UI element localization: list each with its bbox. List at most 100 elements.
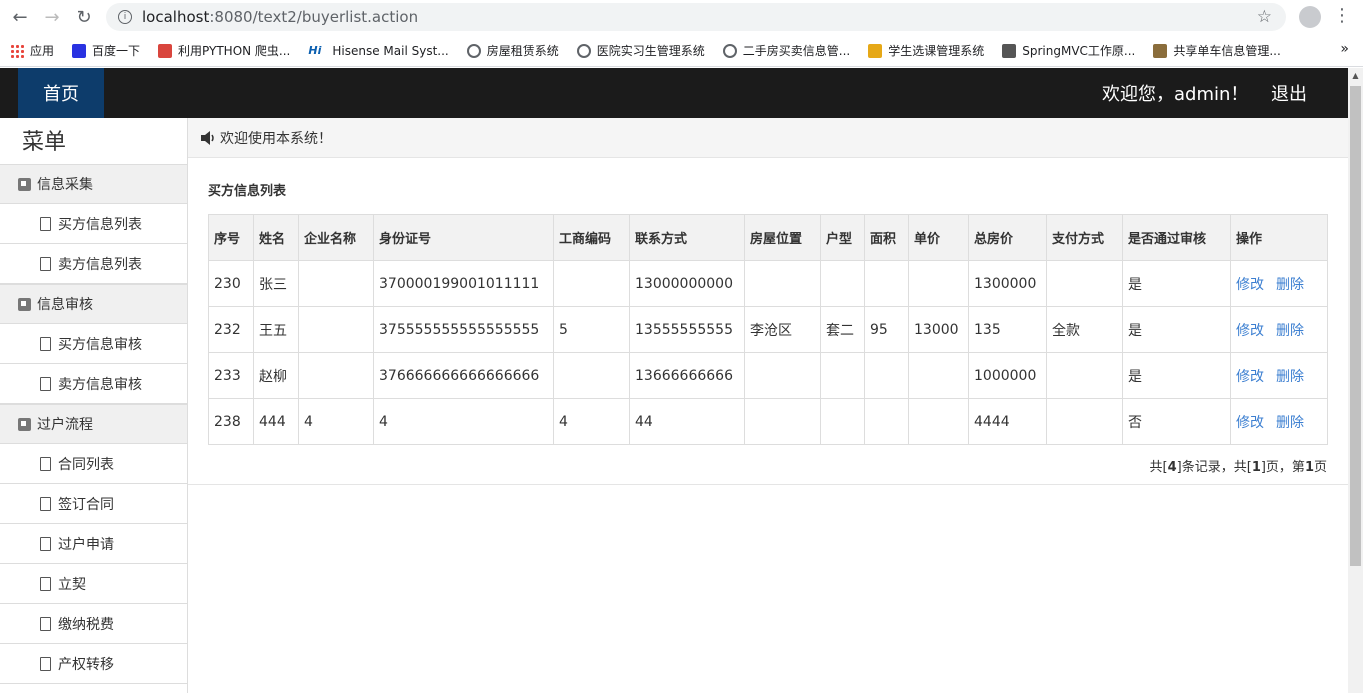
menu-item[interactable]: 过户申请 <box>0 524 187 564</box>
column-header: 序号 <box>208 214 254 261</box>
table-cell: 13555555555 <box>629 306 745 353</box>
notice-bar: 欢迎使用本系统！ <box>188 118 1348 158</box>
browser-menu-icon[interactable]: ⋮ <box>1333 5 1351 26</box>
bookmark-label: 二手房买卖信息管... <box>742 44 851 58</box>
bookmark-item[interactable]: 百度一下 <box>72 42 140 59</box>
menu-group-label: 信息审核 <box>37 297 93 313</box>
table-cell: 230 <box>208 260 254 307</box>
column-header: 面积 <box>864 214 909 261</box>
scrollbar[interactable]: ▲ <box>1348 68 1363 693</box>
bookmark-item[interactable]: SpringMVC工作原... <box>1002 42 1135 59</box>
profile-avatar[interactable] <box>1299 6 1321 28</box>
column-header: 操作 <box>1230 214 1328 261</box>
delete-link[interactable]: 删除 <box>1276 277 1304 293</box>
scroll-thumb[interactable] <box>1350 86 1361 566</box>
menu-item[interactable]: 买方信息列表 <box>0 204 187 244</box>
browser-toolbar: ← → ↻ i localhost:8080/text2/buyerlist.a… <box>0 0 1363 35</box>
menu-item[interactable]: 立契 <box>0 564 187 604</box>
bookmarks-bar: 应用 百度一下 利用PYTHON 爬虫... Hi Hisense Mail Syst.… <box>0 35 1363 67</box>
edit-link[interactable]: 修改 <box>1236 415 1264 431</box>
site-info-icon[interactable]: i <box>118 10 132 24</box>
menu-item[interactable]: 卖方信息审核 <box>0 364 187 404</box>
table-cell: 张三 <box>253 260 299 307</box>
buyer-table: 序号 姓名 企业名称 身份证号 工商编码 联系方式 房屋位置 户型 面积 单价 总房价 支付方式 是否通… <box>208 214 1328 445</box>
row-actions: 修改 删除 <box>1230 352 1328 399</box>
table-cell: 375555555555555555 <box>373 306 554 353</box>
bookmark-label: 学生选课管理系统 <box>888 44 985 58</box>
reload-icon[interactable]: ↻ <box>70 3 98 31</box>
row-actions: 修改 删除 <box>1230 398 1328 445</box>
table-cell <box>820 352 865 399</box>
edit-link[interactable]: 修改 <box>1236 323 1264 339</box>
sidebar: 菜单 信息采集买方信息列表 卖方信息列表信息审核买方信息审核 卖方信息审核 过户流程合… <box>0 118 188 693</box>
bookmark-item[interactable]: 利用PYTHON 爬虫... <box>158 42 290 59</box>
menu-item-label: 立契 <box>58 576 86 593</box>
bookmark-label: 共享单车信息管理... <box>1173 44 1281 58</box>
bookmark-item[interactable]: 医院实习生管理系统 <box>576 42 705 59</box>
table-cell <box>744 398 821 445</box>
menu-group-header[interactable]: 过户流程 <box>0 404 187 444</box>
row-actions: 修改 删除 <box>1230 260 1328 307</box>
table-cell <box>1046 398 1123 445</box>
address-bar[interactable]: i localhost:8080/text2/buyerlist.action … <box>106 3 1286 31</box>
edit-link[interactable]: 修改 <box>1236 369 1264 385</box>
menu-item[interactable]: 缴纳税费 <box>0 604 187 644</box>
table-cell: 370000199001011111 <box>373 260 554 307</box>
menu-item-label: 卖方信息列表 <box>58 256 142 273</box>
document-icon <box>40 376 51 391</box>
table-cell: 13666666666 <box>629 352 745 399</box>
bookmark-label: SpringMVC工作原... <box>1022 44 1136 58</box>
column-header: 身份证号 <box>373 214 554 261</box>
table-cell: 4444 <box>968 398 1047 445</box>
table-cell <box>298 352 374 399</box>
column-header: 单价 <box>908 214 969 261</box>
bookmark-label: Hisense Mail Syst... <box>332 43 449 58</box>
bookmark-star-icon[interactable]: ☆ <box>1257 7 1272 27</box>
menu-group-icon <box>18 177 31 191</box>
bookmark-item[interactable]: 应用 <box>10 42 54 59</box>
menu-group-icon <box>18 297 31 311</box>
table-cell <box>908 352 969 399</box>
delete-link[interactable]: 删除 <box>1276 323 1304 339</box>
column-header: 总房价 <box>968 214 1047 261</box>
delete-link[interactable]: 删除 <box>1276 415 1304 431</box>
menu-item[interactable]: 产权转移 <box>0 644 187 684</box>
menu-item-label: 缴纳税费 <box>58 616 114 633</box>
table-cell: 1000000 <box>968 352 1047 399</box>
menu-item[interactable]: 买方信息审核 <box>0 324 187 364</box>
folder-flag-icon <box>868 43 883 58</box>
table-cell: 全款 <box>1046 306 1123 353</box>
delete-link[interactable]: 删除 <box>1276 369 1304 385</box>
menu-title: 菜单 <box>22 130 67 155</box>
logout-link[interactable]: 退出 <box>1271 80 1307 106</box>
back-arrow-icon[interactable]: ← <box>6 3 34 31</box>
document-icon <box>40 256 51 271</box>
menu-item-label: 买方信息列表 <box>58 216 142 233</box>
table-cell <box>744 260 821 307</box>
column-header: 联系方式 <box>629 214 745 261</box>
apps-grid-icon <box>10 43 24 58</box>
menu-item[interactable]: 签订合同 <box>0 484 187 524</box>
table-cell: 1300000 <box>968 260 1047 307</box>
table-cell <box>553 352 630 399</box>
bookmark-item[interactable]: 共享单车信息管理... <box>1153 42 1281 59</box>
image-icon <box>1153 43 1168 58</box>
bookmark-item[interactable]: Hi Hisense Mail Syst... <box>308 44 448 58</box>
menu-group-header[interactable]: 信息审核 <box>0 284 187 324</box>
table-cell: 376666666666666666 <box>373 352 554 399</box>
table-cell <box>820 260 865 307</box>
table-cell <box>864 260 909 307</box>
home-tab[interactable]: 首页 <box>18 68 104 118</box>
bookmark-item[interactable]: 学生选课管理系统 <box>868 42 984 59</box>
scroll-up-icon[interactable]: ▲ <box>1348 68 1363 84</box>
edit-link[interactable]: 修改 <box>1236 277 1264 293</box>
bookmarks-more-icon[interactable]: » <box>1340 41 1349 57</box>
forward-arrow-icon[interactable]: → <box>38 3 66 31</box>
bookmark-item[interactable]: 二手房买卖信息管... <box>722 42 851 59</box>
menu-item[interactable]: 合同列表 <box>0 444 187 484</box>
menu-group-header[interactable]: 信息采集 <box>0 164 187 204</box>
menu-item[interactable]: 卖方信息列表 <box>0 244 187 284</box>
table-row: 230 张三 370000199001011111 13000000000 130000… <box>208 260 1328 307</box>
bookmark-item[interactable]: 房屋租赁系统 <box>466 42 559 59</box>
table-cell <box>298 306 374 353</box>
